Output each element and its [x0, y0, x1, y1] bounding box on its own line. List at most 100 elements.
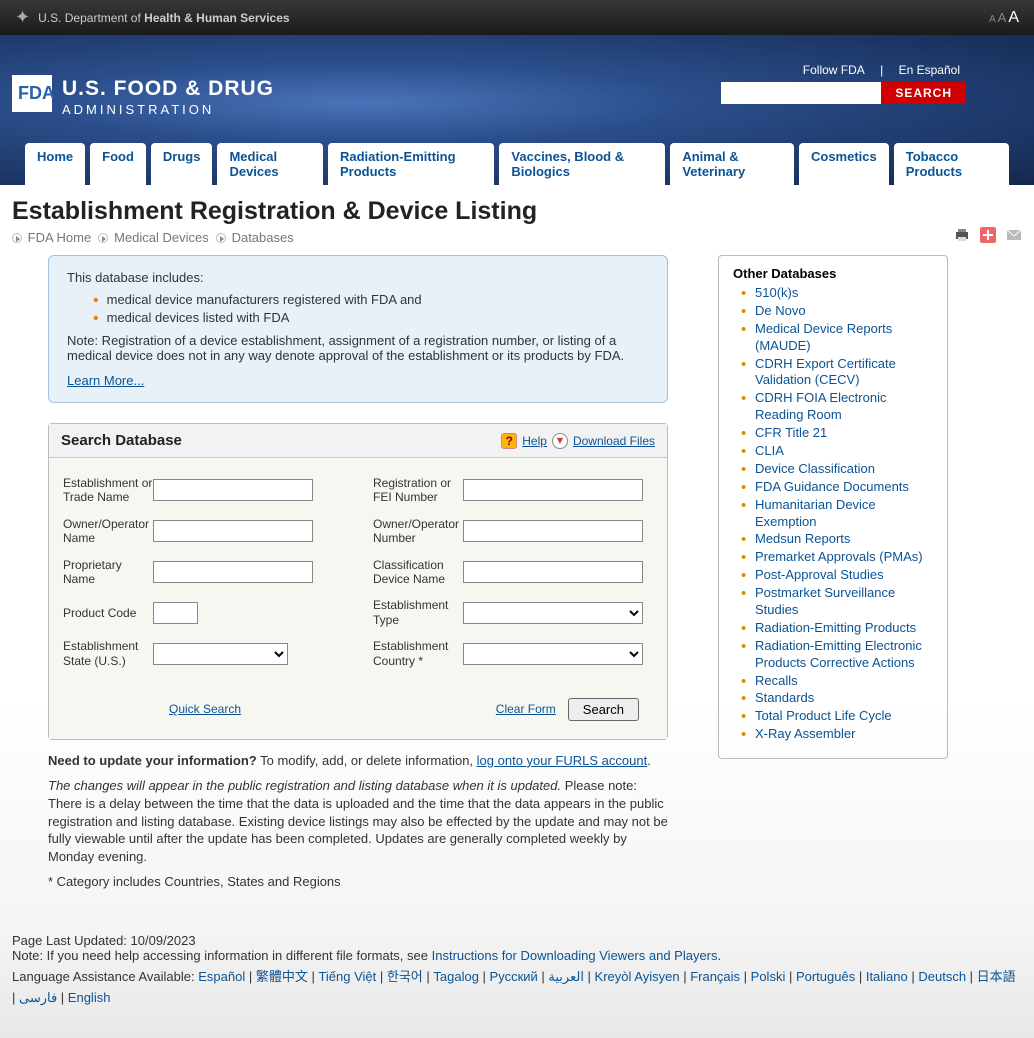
odb-item: Post-Approval Studies: [733, 567, 933, 584]
odb-item: CFR Title 21: [733, 425, 933, 442]
label-est-name: Establishment or Trade Name: [63, 476, 153, 505]
odb-item: 510(k)s: [733, 285, 933, 302]
input-prop-name[interactable]: [153, 561, 313, 583]
follow-fda-link[interactable]: Follow FDA: [803, 63, 865, 77]
bc-fda-home[interactable]: FDA Home: [28, 230, 92, 245]
lang-link[interactable]: 日本語: [977, 969, 1016, 984]
download-files-link[interactable]: Download Files: [573, 434, 655, 448]
label-est-state: Establishment State (U.S.): [63, 639, 153, 668]
odb-item: Standards: [733, 690, 933, 707]
lang-link[interactable]: Español: [198, 969, 245, 984]
font-size-controls[interactable]: AAA: [987, 9, 1019, 27]
odb-link[interactable]: De Novo: [755, 303, 806, 318]
hhs-topbar: ✦ U.S. Department of Health & Human Serv…: [0, 0, 1034, 35]
nav-animal[interactable]: Animal & Veterinary: [670, 143, 794, 185]
lang-link[interactable]: Русский: [490, 969, 538, 984]
lang-link[interactable]: 繁體中文: [256, 969, 308, 984]
lang-link[interactable]: Tiếng Việt: [318, 969, 376, 984]
odb-link[interactable]: Radiation-Emitting Products: [755, 620, 916, 635]
odb-link[interactable]: Radiation-Emitting Electronic Products C…: [755, 638, 922, 670]
odb-link[interactable]: Post-Approval Studies: [755, 567, 884, 582]
clear-form-link[interactable]: Clear Form: [496, 702, 556, 716]
odb-item: CDRH FOIA Electronic Reading Room: [733, 390, 933, 424]
input-class-name[interactable]: [463, 561, 643, 583]
label-est-type: Establishment Type: [373, 598, 463, 627]
odb-link[interactable]: CLIA: [755, 443, 784, 458]
furls-link[interactable]: log onto your FURLS account: [477, 753, 648, 768]
odb-link[interactable]: 510(k)s: [755, 285, 798, 300]
nav-vaccines[interactable]: Vaccines, Blood & Biologics: [499, 143, 665, 185]
en-espanol-link[interactable]: En Español: [899, 63, 960, 77]
page-footer: Page Last Updated: 10/09/2023 Note: If y…: [0, 919, 1034, 1038]
odb-link[interactable]: CFR Title 21: [755, 425, 827, 440]
nav-cosmetics[interactable]: Cosmetics: [799, 143, 889, 185]
odb-link[interactable]: Premarket Approvals (PMAs): [755, 549, 923, 564]
nav-tobacco[interactable]: Tobacco Products: [894, 143, 1009, 185]
info-bullet-1: medical device manufacturers registered …: [93, 291, 649, 309]
odb-link[interactable]: Standards: [755, 690, 814, 705]
lang-link[interactable]: Português: [796, 969, 855, 984]
odb-link[interactable]: CDRH FOIA Electronic Reading Room: [755, 390, 886, 422]
last-updated-date: 10/09/2023: [131, 933, 196, 948]
learn-more-link[interactable]: Learn More...: [67, 373, 144, 388]
lang-link[interactable]: Français: [690, 969, 740, 984]
lang-link[interactable]: Kreyòl Ayisyen: [595, 969, 680, 984]
odb-link[interactable]: Device Classification: [755, 461, 875, 476]
select-est-country[interactable]: [463, 643, 643, 665]
odb-link[interactable]: Medsun Reports: [755, 531, 850, 546]
label-prop-name: Proprietary Name: [63, 558, 153, 587]
site-search-input[interactable]: [721, 82, 881, 104]
odb-link[interactable]: Total Product Life Cycle: [755, 708, 892, 723]
nav-radiation[interactable]: Radiation-Emitting Products: [328, 143, 494, 185]
odb-item: X-Ray Assembler: [733, 726, 933, 743]
odb-link[interactable]: Medical Device Reports (MAUDE): [755, 321, 892, 353]
lang-link[interactable]: Deutsch: [918, 969, 966, 984]
select-est-state[interactable]: [153, 643, 288, 665]
lang-link[interactable]: Polski: [751, 969, 786, 984]
need-update-label: Need to update your information?: [48, 753, 257, 768]
odb-link[interactable]: Postmarket Surveillance Studies: [755, 585, 895, 617]
viewers-players-link[interactable]: Instructions for Downloading Viewers and…: [432, 948, 718, 963]
input-owner-name[interactable]: [153, 520, 313, 542]
select-est-type[interactable]: [463, 602, 643, 624]
hhs-label[interactable]: U.S. Department of Health & Human Servic…: [38, 11, 289, 25]
nav-home[interactable]: Home: [25, 143, 85, 185]
lang-link[interactable]: Italiano: [866, 969, 908, 984]
download-icon[interactable]: ▼: [552, 433, 568, 449]
input-owner-num[interactable]: [463, 520, 643, 542]
odb-item: Humanitarian Device Exemption: [733, 497, 933, 531]
odb-item: Total Product Life Cycle: [733, 708, 933, 725]
bc-medical-devices[interactable]: Medical Devices: [114, 230, 209, 245]
odb-link[interactable]: Recalls: [755, 673, 798, 688]
odb-link[interactable]: FDA Guidance Documents: [755, 479, 909, 494]
info-bullet-2: medical devices listed with FDA: [93, 309, 649, 327]
fda-logo-block[interactable]: FDA U.S. FOOD & DRUG ADMINISTRATION: [12, 75, 274, 117]
nav-medical-devices[interactable]: Medical Devices: [217, 143, 323, 185]
lang-link[interactable]: Tagalog: [433, 969, 479, 984]
odb-item: CLIA: [733, 443, 933, 460]
lang-link[interactable]: فارسی: [19, 990, 57, 1005]
lang-link[interactable]: 한국어: [387, 969, 423, 984]
email-icon[interactable]: [1006, 227, 1022, 243]
label-class-name: Classification Device Name: [373, 558, 463, 587]
share-icon[interactable]: [980, 227, 996, 243]
odb-link[interactable]: Humanitarian Device Exemption: [755, 497, 876, 529]
odb-item: Device Classification: [733, 461, 933, 478]
odb-link[interactable]: X-Ray Assembler: [755, 726, 855, 741]
search-button[interactable]: Search: [568, 698, 639, 721]
main-nav: Home Food Drugs Medical Devices Radiatio…: [0, 143, 1034, 185]
odb-item: Recalls: [733, 673, 933, 690]
print-icon[interactable]: [954, 227, 970, 243]
input-reg-num[interactable]: [463, 479, 643, 501]
help-link[interactable]: Help: [522, 434, 547, 448]
input-prod-code[interactable]: [153, 602, 198, 624]
lang-link[interactable]: العربية: [548, 969, 584, 984]
odb-link[interactable]: CDRH Export Certificate Validation (CECV…: [755, 356, 896, 388]
quick-search-link[interactable]: Quick Search: [169, 702, 241, 716]
input-est-name[interactable]: [153, 479, 313, 501]
lang-link[interactable]: English: [68, 990, 111, 1005]
nav-food[interactable]: Food: [90, 143, 146, 185]
nav-drugs[interactable]: Drugs: [151, 143, 213, 185]
site-search-button[interactable]: SEARCH: [881, 82, 966, 104]
help-icon[interactable]: ?: [501, 433, 517, 449]
